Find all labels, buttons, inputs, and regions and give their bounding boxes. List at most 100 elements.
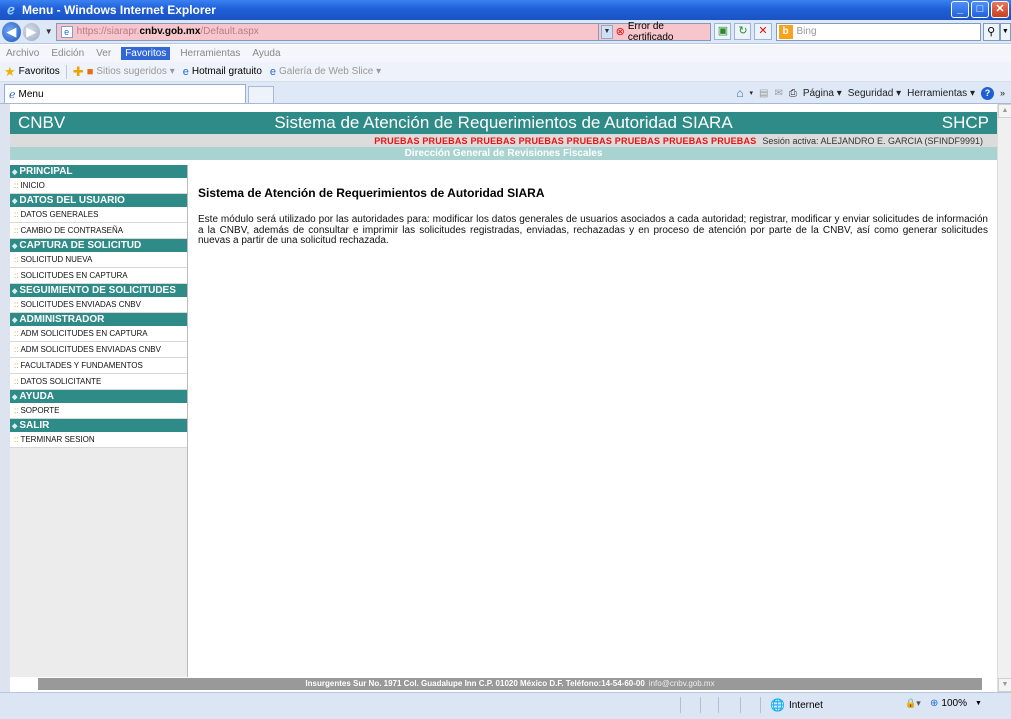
forward-button[interactable]: ▶ [22, 22, 40, 41]
bullet-icon: :: [14, 226, 19, 235]
menu-bar: Archivo Edición Ver Favoritos Herramient… [0, 45, 1011, 62]
sidebar-section: ◆ ADMINISTRADOR [10, 313, 187, 326]
scroll-down-icon[interactable]: ▼ [998, 678, 1011, 692]
new-tab-button[interactable] [248, 86, 274, 103]
divider [700, 697, 701, 713]
search-icon[interactable]: ⚲ [982, 22, 1000, 41]
fav-sitios-sugeridos[interactable]: ■ Sitios sugeridos ▾ [87, 66, 175, 78]
fav-hotmail[interactable]: e Hotmail gratuito [183, 66, 262, 78]
maximize-button[interactable]: □ [971, 1, 989, 18]
address-dropdown-icon[interactable]: ▼ [601, 24, 613, 39]
divider [680, 697, 681, 713]
tab-label: Menu [18, 88, 44, 100]
page-menu[interactable]: Página ▾ [803, 88, 842, 99]
favorites-button[interactable]: Favoritos [19, 66, 60, 77]
sidebar: ◆ PRINCIPAL :: INICIO ◆ DATOS DEL USUARIO :… [10, 165, 188, 677]
sidebar-item-cambio-contrasena[interactable]: :: CAMBIO DE CONTRASEÑA [10, 223, 187, 239]
tab-row: ℯ Menu ⌂ ▾ ▤ ✉ ⎙ Página ▾ Seguridad ▾ He… [0, 82, 1011, 104]
close-button[interactable]: ✕ [991, 1, 1009, 18]
refresh-icon[interactable]: ↻ [734, 23, 752, 40]
sidebar-item-facultades[interactable]: :: FACULTADES Y FUNDAMENTOS [10, 358, 187, 374]
tab-menu[interactable]: ℯ Menu [4, 84, 246, 103]
favorites-star-icon[interactable]: ★ [4, 64, 16, 80]
title-bar: ℯ Menu - Windows Internet Explorer _ □ ✕ [0, 0, 1011, 20]
sidebar-item-terminar-sesion[interactable]: :: TERMINAR SESION [10, 432, 187, 448]
menu-ayuda[interactable]: Ayuda [250, 48, 282, 59]
minimize-button[interactable]: _ [951, 1, 969, 18]
tools-menu[interactable]: Herramientas ▾ [907, 88, 975, 99]
sidebar-item-adm-captura[interactable]: :: ADM SOLICITUDES EN CAPTURA [10, 326, 187, 342]
search-options-dropdown[interactable]: ▼ [999, 22, 1011, 41]
zoom-label: 100% [941, 698, 967, 709]
address-toolbar: ◀ ▶ ▼ e https://siarapr. cnbv.gob.mx/Defa… [0, 20, 1011, 44]
sidebar-item-solicitud-nueva[interactable]: :: SOLICITUD NUEVA [10, 252, 187, 268]
chevron-right-icon[interactable]: » [1000, 88, 1005, 98]
sidebar-item-datos-solicitante[interactable]: :: DATOS SOLICITANTE [10, 374, 187, 390]
ie-logo-icon: ℯ [7, 2, 15, 17]
menu-herramientas[interactable]: Herramientas [178, 48, 242, 59]
ie-page-icon: e [182, 65, 189, 78]
url-prefix: https://siarapr. [76, 26, 140, 37]
sidebar-item-inicio[interactable]: :: INICIO [10, 178, 187, 194]
menu-edicion[interactable]: Edición [49, 48, 86, 59]
menu-favoritos[interactable]: Favoritos [121, 47, 171, 60]
certificate-error-button[interactable]: ▼ ⊗ Error de certificado [599, 21, 712, 43]
zoom-dropdown-icon[interactable]: ▼ [975, 700, 982, 707]
print-icon[interactable]: ⎙ [789, 88, 797, 99]
zoom-control[interactable]: ⊕ 100% ▼ [930, 698, 982, 709]
session-label: Sesión activa: ALEJANDRO E. GARCIA (SFIN… [762, 135, 983, 146]
security-zone[interactable]: 🌐 Internet [770, 698, 823, 712]
divider [760, 697, 761, 713]
sidebar-item-adm-enviadas[interactable]: :: ADM SOLICITUDES ENVIADAS CNBV [10, 342, 187, 358]
address-bar[interactable]: e https://siarapr. cnbv.gob.mx/Default.as… [55, 22, 600, 41]
sidebar-item-soporte[interactable]: :: SOPORTE [10, 403, 187, 419]
add-favorite-icon[interactable]: ✚ [73, 64, 84, 80]
fav-web-slice[interactable]: e Galería de Web Slice ▾ [270, 66, 381, 78]
feeds-icon[interactable]: ▤ [759, 88, 768, 99]
page-icon: e [60, 25, 73, 38]
test-banner: PRUEBAS PRUEBAS PRUEBAS PRUEBAS PRUEBAS … [374, 135, 757, 146]
main-content: Sistema de Atención de Requerimientos de… [198, 186, 988, 247]
home-icon[interactable]: ⌂ [736, 86, 743, 100]
dropdown-icon[interactable]: ▾ [749, 89, 753, 97]
help-icon[interactable]: ? [980, 86, 994, 100]
diamond-icon: ◆ [12, 422, 18, 430]
bullet-icon: :: [14, 377, 19, 386]
status-bar: 🌐 Internet 🔒▾ ⊕ 100% ▼ [0, 692, 1011, 719]
menu-ver[interactable]: Ver [94, 48, 113, 59]
bullet-icon: :: [14, 210, 19, 219]
diamond-icon: ◆ [12, 242, 18, 250]
bing-icon: b [778, 24, 793, 39]
sidebar-item-datos-generales[interactable]: :: DATOS GENERALES [10, 207, 187, 223]
footer-email[interactable]: info@cnbv.gob.mx [649, 679, 715, 688]
section-title: SEGUIMIENTO DE SOLICITUDES [19, 285, 176, 296]
security-menu[interactable]: Seguridad ▾ [848, 88, 901, 99]
menu-archivo[interactable]: Archivo [4, 48, 41, 59]
scroll-up-icon[interactable]: ▲ [998, 104, 1011, 118]
sidebar-item-label: SOLICITUD NUEVA [20, 255, 93, 264]
command-bar: ⌂ ▾ ▤ ✉ ⎙ Página ▾ Seguridad ▾ Herramien… [730, 86, 1005, 100]
page-title: Sistema de Atención de Requerimientos de… [198, 186, 545, 200]
favorites-bar: ★ Favoritos ✚ ■ Sitios sugeridos ▾ e Hotma… [0, 62, 1011, 82]
divider [65, 64, 67, 79]
mail-icon[interactable]: ✉ [774, 88, 782, 99]
compatibility-icon[interactable]: ▣ [714, 23, 732, 40]
section-title: DATOS DEL USUARIO [19, 195, 125, 206]
back-button[interactable]: ◀ [2, 21, 21, 42]
sidebar-section: ◆ SEGUIMIENTO DE SOLICITUDES [10, 284, 187, 297]
site-center-title: Sistema de Atención de Requerimientos de… [274, 113, 733, 132]
bullet-icon: :: [14, 329, 19, 338]
vertical-scrollbar[interactable]: ▲ ▼ [997, 104, 1011, 692]
history-dropdown-icon[interactable]: ▼ [45, 27, 53, 36]
diamond-icon: ◆ [12, 287, 18, 295]
zone-label: Internet [788, 699, 823, 711]
window-title: Menu - Windows Internet Explorer [22, 3, 216, 17]
bullet-icon: :: [14, 361, 19, 370]
bullet-icon: :: [14, 255, 19, 264]
sidebar-item-label: SOLICITUDES ENVIADAS CNBV [20, 300, 141, 309]
stop-icon[interactable]: ✕ [754, 23, 772, 40]
protected-mode-icon[interactable]: 🔒▾ [905, 698, 921, 709]
sidebar-item-solicitudes-enviadas[interactable]: :: SOLICITUDES ENVIADAS CNBV [10, 297, 187, 313]
search-input[interactable]: b Bing [775, 22, 981, 41]
sidebar-item-solicitudes-captura[interactable]: :: SOLICITUDES EN CAPTURA [10, 268, 187, 284]
